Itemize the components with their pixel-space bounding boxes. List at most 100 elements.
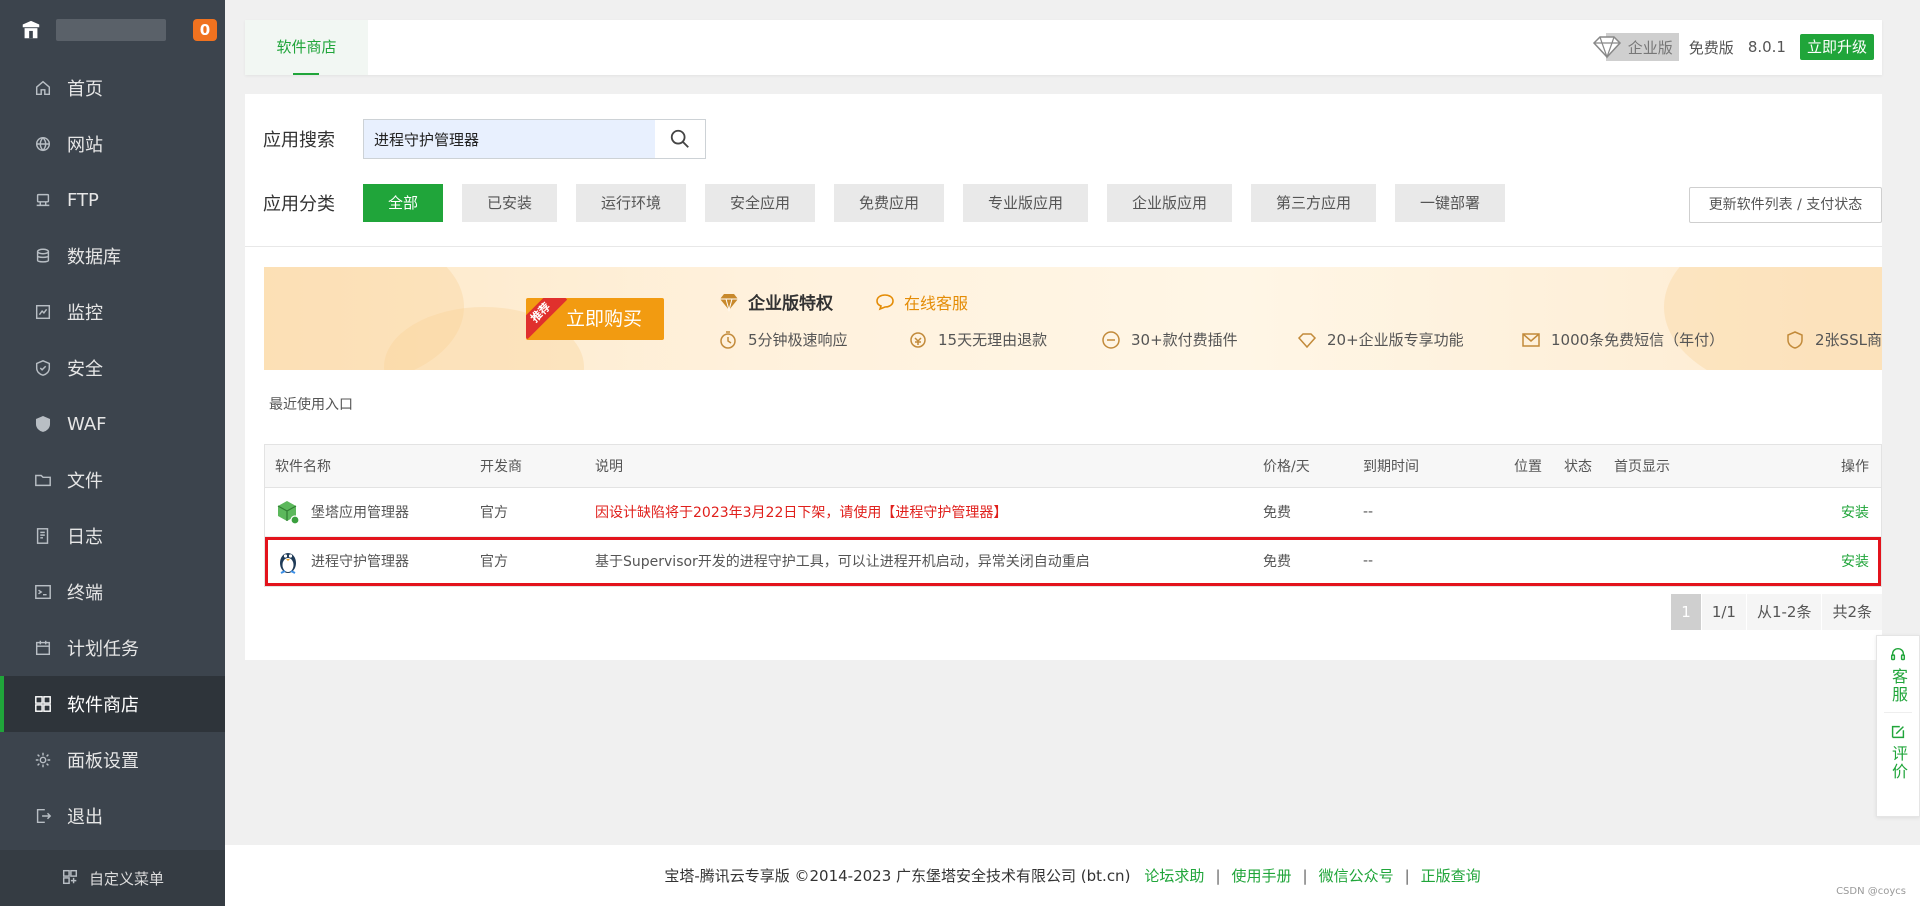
install-link[interactable]: 安装 bbox=[1841, 554, 1869, 570]
app-name: 进程守护管理器 bbox=[311, 554, 409, 570]
feature-item: 2张SSL商... bbox=[1785, 329, 1882, 350]
footer-link-manual[interactable]: 使用手册 bbox=[1232, 865, 1292, 886]
feature-item: 20+企业版专享功能 bbox=[1297, 329, 1521, 350]
sidebar-item-label: 面板设置 bbox=[67, 751, 139, 772]
sidebar-item-monitor[interactable]: 监控 bbox=[0, 284, 225, 340]
sidebar-item-files[interactable]: 文件 bbox=[0, 452, 225, 508]
enterprise-tag[interactable]: 企业版 bbox=[1592, 33, 1679, 61]
footer-link-forum[interactable]: 论坛求助 bbox=[1144, 865, 1204, 886]
category-all[interactable]: 全部 bbox=[363, 184, 443, 222]
floating-toolbar: 客服 评价 bbox=[1876, 635, 1920, 817]
feature-item: 15天无理由退款 bbox=[908, 329, 1101, 350]
footer-link-wechat[interactable]: 微信公众号 bbox=[1319, 865, 1394, 886]
search-button[interactable] bbox=[655, 120, 705, 158]
sidebar-item-terminal[interactable]: 终端 bbox=[0, 564, 225, 620]
page-current[interactable]: 1 bbox=[1670, 594, 1701, 630]
feature-label: 15天无理由退款 bbox=[938, 331, 1048, 349]
cell-price: 免费 bbox=[1263, 554, 1291, 570]
sidebar-item-cron[interactable]: 计划任务 bbox=[0, 620, 225, 676]
footer-link-genuine[interactable]: 正版查询 bbox=[1421, 865, 1481, 886]
header-name: 软件名称 bbox=[275, 459, 331, 475]
sidebar-item-waf[interactable]: WAF bbox=[0, 396, 225, 452]
feature-label: 2张SSL商... bbox=[1815, 331, 1882, 349]
search-row: 应用搜索 bbox=[263, 119, 706, 159]
header-home: 首页显示 bbox=[1614, 459, 1670, 475]
sidebar-item-settings[interactable]: 面板设置 bbox=[0, 732, 225, 788]
mail-icon bbox=[1521, 330, 1541, 350]
ftp-icon bbox=[33, 190, 53, 210]
sidebar-item-security[interactable]: 安全 bbox=[0, 340, 225, 396]
cell-dev: 官方 bbox=[480, 554, 508, 570]
customer-service-button[interactable]: 客服 bbox=[1889, 646, 1908, 704]
sidebar: 0 首页 网站 FTP 数据库 监控 安全 WAF 文件 日志 终端 计划任务 … bbox=[0, 0, 225, 906]
sidebar-item-label: 网站 bbox=[67, 135, 103, 156]
recent-entry-label: 最近使用入口 bbox=[269, 397, 353, 413]
cell-name: 进程守护管理器 bbox=[265, 547, 470, 575]
log-icon bbox=[33, 526, 53, 546]
divider bbox=[245, 246, 1882, 247]
search-input[interactable] bbox=[364, 120, 655, 158]
version-area: 企业版 免费版 8.0.1 立即升级 bbox=[1592, 33, 1874, 61]
server-ip bbox=[56, 19, 166, 41]
footer-separator: | bbox=[1302, 866, 1308, 885]
calendar-icon bbox=[33, 638, 53, 658]
category-security[interactable]: 安全应用 bbox=[705, 184, 815, 222]
page-range: 从1-2条 bbox=[1745, 594, 1822, 630]
enterprise-banner[interactable]: 推荐 立即购买 企业版特权 在线客服 5分钟极速响应 15天无理由退款 30+款… bbox=[264, 267, 1882, 370]
category-free[interactable]: 免费应用 bbox=[834, 184, 944, 222]
app-name: 堡塔应用管理器 bbox=[311, 505, 409, 521]
diamond-icon bbox=[1592, 36, 1621, 59]
feature-label: 30+款付费插件 bbox=[1131, 331, 1238, 349]
sidebar-item-app-store[interactable]: 软件商店 bbox=[0, 676, 225, 732]
install-link[interactable]: 安装 bbox=[1841, 505, 1869, 521]
review-button[interactable]: 评价 bbox=[1889, 723, 1908, 781]
cube-gear-icon bbox=[275, 498, 301, 526]
header-expire: 到期时间 bbox=[1363, 459, 1419, 475]
plugin-icon bbox=[1101, 330, 1121, 350]
logout-icon bbox=[33, 806, 53, 826]
waf-shield-icon bbox=[33, 414, 53, 434]
diamond-outline-icon bbox=[1297, 330, 1317, 350]
search-label: 应用搜索 bbox=[263, 130, 335, 151]
database-icon bbox=[33, 246, 53, 266]
sidebar-item-logs[interactable]: 日志 bbox=[0, 508, 225, 564]
custom-menu-label: 自定义菜单 bbox=[88, 869, 164, 888]
software-table: 软件名称 开发商 说明 价格/天 到期时间 位置 状态 首页显示 操作 堡塔应用… bbox=[264, 444, 1882, 587]
sidebar-item-database[interactable]: 数据库 bbox=[0, 228, 225, 284]
sidebar-item-home[interactable]: 首页 bbox=[0, 60, 225, 116]
feature-label: 1000条免费短信（年付） bbox=[1551, 331, 1725, 349]
sidebar-item-label: 退出 bbox=[67, 807, 103, 828]
tab-app-store[interactable]: 软件商店 bbox=[245, 20, 368, 75]
upgrade-button[interactable]: 立即升级 bbox=[1799, 34, 1874, 60]
category-one-click[interactable]: 一键部署 bbox=[1395, 184, 1505, 222]
update-list-button[interactable]: 更新软件列表 / 支付状态 bbox=[1689, 187, 1882, 223]
notification-badge[interactable]: 0 bbox=[193, 19, 217, 41]
page-count: 1/1 bbox=[1700, 594, 1746, 630]
buy-now-button[interactable]: 推荐 立即购买 bbox=[526, 298, 664, 340]
category-third-party[interactable]: 第三方应用 bbox=[1251, 184, 1376, 222]
globe-icon bbox=[33, 134, 53, 154]
sidebar-item-website[interactable]: 网站 bbox=[0, 116, 225, 172]
cell-desc: 基于Supervisor开发的进程守护工具，可以让进程开机启动，异常关闭自动重启 bbox=[595, 554, 1090, 570]
sidebar-item-label: 首页 bbox=[67, 79, 103, 100]
header-pos: 位置 bbox=[1514, 459, 1542, 475]
cell-name: 堡塔应用管理器 bbox=[265, 498, 470, 526]
category-pro[interactable]: 专业版应用 bbox=[963, 184, 1088, 222]
category-runtime[interactable]: 运行环境 bbox=[576, 184, 686, 222]
enterprise-privilege-label: 企业版特权 bbox=[748, 294, 833, 314]
penguin-icon bbox=[275, 547, 301, 575]
online-service-label: 在线客服 bbox=[904, 294, 969, 313]
category-enterprise[interactable]: 企业版应用 bbox=[1107, 184, 1232, 222]
feature-label: 20+企业版专享功能 bbox=[1327, 331, 1464, 349]
sidebar-item-logout[interactable]: 退出 bbox=[0, 788, 225, 844]
app-grid-icon bbox=[33, 694, 53, 714]
table-row[interactable]: 进程守护管理器 官方 基于Supervisor开发的进程守护工具，可以让进程开机… bbox=[265, 537, 1881, 586]
category-installed[interactable]: 已安装 bbox=[462, 184, 557, 222]
edit-icon bbox=[1891, 725, 1905, 739]
table-row[interactable]: 堡塔应用管理器 官方 因设计缺陷将于2023年3月22日下架，请使用【进程守护管… bbox=[265, 488, 1881, 537]
custom-menu-button[interactable]: 自定义菜单 bbox=[0, 850, 225, 906]
cell-op: 安装 bbox=[1774, 502, 1881, 522]
main-panel: 应用搜索 应用分类 全部 已安装 运行环境 安全应用 免费应用 专业版应用 企业… bbox=[245, 94, 1882, 660]
sidebar-item-ftp[interactable]: FTP bbox=[0, 172, 225, 228]
online-service-link[interactable]: 在线客服 bbox=[874, 290, 968, 314]
